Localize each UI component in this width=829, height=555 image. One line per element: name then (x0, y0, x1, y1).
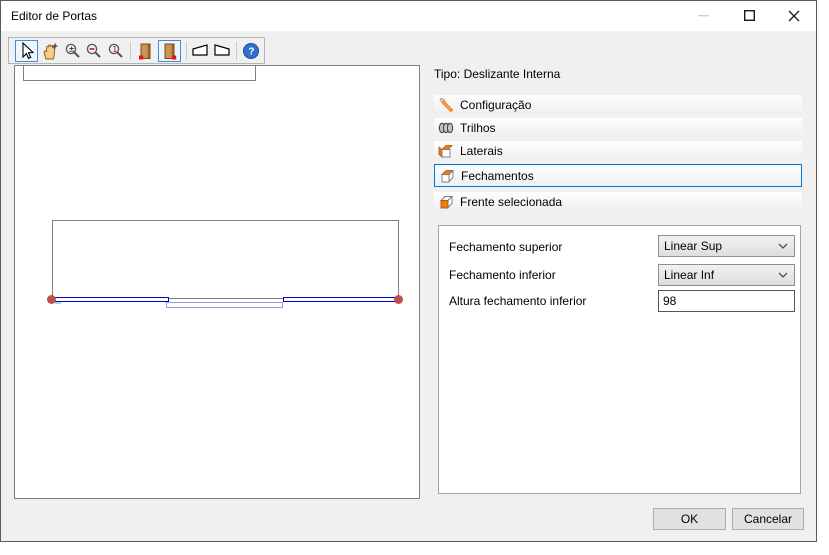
fechamento-inferior-dropdown[interactable]: Linear Inf (658, 264, 795, 286)
selected-closure-right-bar[interactable] (283, 297, 398, 302)
svg-text:?: ? (248, 47, 254, 58)
accordion-item-label: Configuração (460, 97, 532, 112)
maximize-button[interactable] (726, 1, 772, 30)
svg-text:1: 1 (112, 45, 117, 54)
door-type-label: Tipo: Deslizante Interna (434, 67, 561, 81)
skew-right-icon (213, 43, 230, 56)
help-button[interactable]: ? (241, 40, 261, 62)
fechamento-superior-label: Fechamento superior (449, 240, 563, 254)
top-rail-rect (23, 65, 256, 81)
pan-tool-button[interactable] (40, 40, 61, 62)
screenshot-root: Editor de Portas ± 1 ? Tipo: Deslizante … (0, 0, 829, 555)
minimize-icon (697, 15, 709, 17)
box-top-icon (441, 168, 454, 183)
right-handle-dot[interactable] (394, 295, 403, 304)
skew-left-tool-button[interactable] (190, 40, 209, 62)
door-closed-icon (164, 43, 176, 59)
svg-text:±: ± (68, 45, 75, 54)
fechamento-superior-dropdown[interactable]: Linear Sup (658, 235, 795, 257)
chevron-down-icon (778, 272, 788, 278)
toolbar-separator (236, 42, 237, 60)
inactive-closure-bar[interactable] (166, 302, 283, 308)
accordion-item-label: Frente selecionada (460, 194, 563, 209)
accordion-item-trilhos[interactable]: Trilhos (434, 118, 802, 137)
maximize-icon (743, 10, 755, 21)
toolbar-separator (130, 42, 131, 60)
door-body-rect (52, 220, 399, 299)
accordion-item-configuracao[interactable]: Configuração (434, 95, 802, 114)
accordion-item-label: Laterais (460, 143, 503, 158)
close-icon (788, 10, 799, 21)
magnifier-plus-minus-icon: ± (65, 43, 80, 58)
editor-de-portas-dialog: Editor de Portas ± 1 ? Tipo: Deslizante … (0, 0, 817, 542)
skew-left-icon (191, 43, 208, 56)
door-open-tool-button[interactable] (135, 40, 155, 62)
door-closed-tool-button[interactable] (158, 40, 181, 62)
accordion-item-label: Trilhos (460, 120, 496, 135)
selected-closure-left-bar[interactable] (50, 297, 169, 302)
title-bar: Editor de Portas (1, 1, 816, 31)
accordion-item-frente-selecionada[interactable]: Frente selecionada (434, 192, 802, 211)
box-side-icon (438, 144, 453, 158)
magnifier-one-icon: 1 (108, 43, 123, 58)
skew-right-tool-button[interactable] (212, 40, 231, 62)
accordion-item-label: Fechamentos (461, 168, 534, 183)
door-open-icon (139, 43, 151, 59)
fechamento-superior-value: Linear Sup (664, 239, 723, 253)
zoom-out-tool-button[interactable] (85, 40, 103, 62)
altura-fechamento-inferior-label: Altura fechamento inferior (449, 294, 587, 308)
drawing-toolbar: ± 1 ? (8, 37, 265, 64)
fechamento-inferior-label: Fechamento inferior (449, 268, 556, 282)
minimize-button[interactable] (680, 1, 726, 30)
toolbar-separator (186, 42, 187, 60)
zoom-actual-tool-button[interactable]: 1 (107, 40, 125, 62)
fechamentos-settings-panel: Fechamento superior Linear Sup Fechament… (438, 225, 801, 494)
left-handle-dot[interactable] (47, 295, 56, 304)
rails-coil-icon (438, 122, 454, 133)
ok-button[interactable]: OK (653, 508, 726, 530)
altura-fechamento-inferior-input[interactable] (658, 290, 795, 312)
chevron-down-icon (778, 243, 788, 249)
box-front-icon (439, 194, 454, 209)
hand-icon (43, 43, 58, 59)
accordion-item-fechamentos[interactable]: Fechamentos (434, 164, 802, 187)
window-title: Editor de Portas (11, 9, 98, 23)
magnifier-minus-icon (86, 43, 101, 58)
door-drawing-canvas[interactable] (14, 65, 420, 499)
cancel-button[interactable]: Cancelar (732, 508, 804, 530)
zoom-tool-button[interactable]: ± (63, 40, 82, 62)
select-tool-button[interactable] (15, 40, 38, 62)
close-button[interactable] (771, 1, 816, 30)
cursor-arrow-icon (22, 42, 35, 60)
accordion-item-laterais[interactable]: Laterais (434, 141, 802, 160)
help-icon: ? (243, 43, 259, 59)
wrench-icon (439, 97, 453, 112)
fechamento-inferior-value: Linear Inf (664, 268, 715, 282)
